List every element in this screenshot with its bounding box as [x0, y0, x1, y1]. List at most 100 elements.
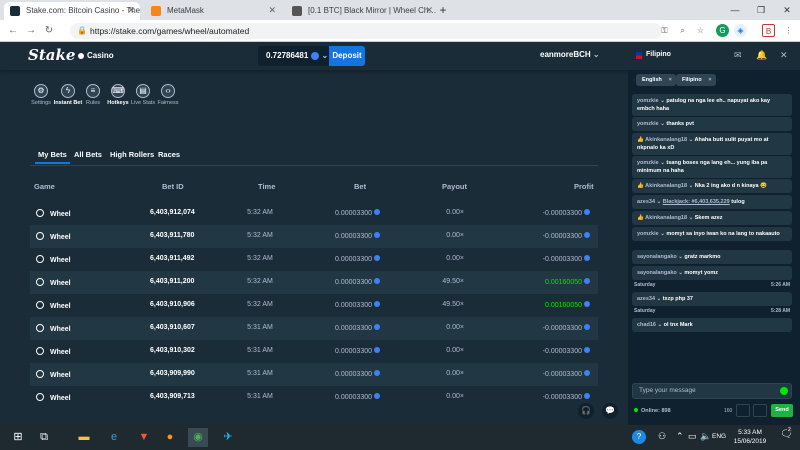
stake-logo[interactable]: Stake: [28, 46, 75, 64]
reload-icon[interactable]: ↻: [42, 24, 56, 38]
brave-browser-icon[interactable]: ▼: [134, 428, 154, 447]
volume-icon[interactable]: 🔈: [700, 431, 711, 442]
chat-language-selector[interactable]: Filipino: [646, 51, 671, 58]
network-icon[interactable]: ▭: [688, 431, 697, 442]
browser-tab-metamask[interactable]: MetaMask ✕: [145, 2, 281, 20]
tab-my-bets[interactable]: My Bets: [35, 150, 70, 164]
crypto-wallet-icon[interactable]: ●: [160, 428, 180, 447]
chat-username[interactable]: 👍 Akinkanalang18: [637, 215, 687, 221]
chevron-up-icon[interactable]: ⌃: [676, 431, 684, 442]
file-explorer-icon[interactable]: ▬: [74, 428, 94, 447]
input-language[interactable]: ENG: [712, 433, 726, 440]
table-row[interactable]: Wheel 6,403,912,074 5:32 AM 0.00003300 0.00×…: [30, 202, 598, 225]
chat-message-input[interactable]: Type your message: [632, 383, 792, 399]
bet-id-cell[interactable]: 6,403,912,074: [150, 209, 195, 216]
chat-bet-link[interactable]: Blackjack: #6,403,635,229: [663, 199, 730, 205]
kebab-menu-icon[interactable]: ⋮: [782, 24, 795, 37]
table-row[interactable]: Wheel 6,403,910,302 5:31 AM 0.00003300 0.00×…: [30, 340, 598, 363]
browser-tab-stake[interactable]: Stake.com: Bitcoin Casino - The … ✕: [4, 2, 140, 20]
settings-tool[interactable]: ⚙ Settings: [26, 84, 56, 106]
game-cell[interactable]: Wheel: [36, 347, 71, 356]
notifications-icon[interactable]: 🗨 2: [780, 427, 793, 440]
task-view-icon[interactable]: ⧉: [34, 428, 54, 447]
close-tab-icon[interactable]: ✕: [268, 2, 276, 19]
game-cell[interactable]: Wheel: [36, 278, 71, 287]
bet-id-cell[interactable]: 6,403,910,906: [150, 301, 195, 308]
bell-icon[interactable]: 🔔: [756, 50, 767, 61]
chat-username[interactable]: 👍 Akinkanalang18: [637, 137, 687, 143]
bet-id-cell[interactable]: 6,403,909,713: [150, 393, 195, 400]
fairness-tool[interactable]: ‹› Fairness: [153, 84, 183, 106]
forward-arrow-icon[interactable]: →: [24, 24, 38, 38]
maximize-button[interactable]: ❐: [748, 2, 774, 18]
close-icon[interactable]: ×: [669, 74, 672, 86]
chat-username[interactable]: sayonalangako: [637, 270, 677, 276]
edge-browser-icon[interactable]: e: [104, 428, 124, 447]
chrome-icon[interactable]: ◉: [188, 428, 208, 447]
chat-username[interactable]: yomzkie: [637, 231, 659, 237]
help-icon[interactable]: ?: [632, 430, 646, 444]
tab-high-rollers[interactable]: High Rollers: [110, 150, 154, 159]
star-icon[interactable]: ☆: [694, 24, 707, 37]
people-icon[interactable]: ⚇: [658, 431, 666, 442]
table-row[interactable]: Wheel 6,403,909,713 5:31 AM 0.00003300 0.00×…: [30, 386, 598, 409]
bet-id-cell[interactable]: 6,403,911,200: [150, 278, 194, 285]
table-row[interactable]: Wheel 6,403,911,492 5:32 AM 0.00003300 0.00×…: [30, 248, 598, 271]
chat-username[interactable]: 👍 Akinkanalang18: [637, 183, 687, 189]
game-cell[interactable]: Wheel: [36, 370, 71, 379]
casino-nav[interactable]: Casino: [78, 51, 114, 60]
table-row[interactable]: Wheel 6,403,911,200 5:32 AM 0.00003300 49.50…: [30, 271, 598, 294]
back-arrow-icon[interactable]: ←: [6, 24, 20, 38]
table-row[interactable]: Wheel 6,403,909,990 5:31 AM 0.00003300 0.00×…: [30, 363, 598, 386]
deposit-button[interactable]: Deposit: [329, 46, 365, 66]
chat-username[interactable]: azes34: [637, 199, 655, 205]
chat-username[interactable]: yomzkie: [637, 160, 659, 166]
game-cell[interactable]: Wheel: [36, 393, 71, 402]
table-row[interactable]: Wheel 6,403,911,780 5:32 AM 0.00003300 0.00×…: [30, 225, 598, 248]
close-window-button[interactable]: ✕: [774, 2, 800, 18]
game-cell[interactable]: Wheel: [36, 255, 71, 264]
chat-username[interactable]: sayonalangako: [637, 254, 677, 260]
game-cell[interactable]: Wheel: [36, 209, 71, 218]
emoji-icon[interactable]: [780, 387, 788, 395]
windows-start-icon[interactable]: ⊞: [8, 428, 28, 447]
user-menu[interactable]: eanmoreBCH ⌄: [540, 50, 600, 59]
chat-rules-button[interactable]: [736, 404, 750, 417]
chat-username[interactable]: yomzkie: [637, 98, 659, 104]
zoom-icon[interactable]: ⌕: [676, 24, 689, 37]
chat-lang-tab-english[interactable]: English ×: [636, 74, 676, 86]
mail-icon[interactable]: ✉: [734, 50, 742, 61]
bet-id-cell[interactable]: 6,403,910,302: [150, 347, 195, 354]
close-tab-icon[interactable]: ✕: [127, 2, 135, 19]
address-bar[interactable]: 🔒 https://stake.com/games/wheel/automate…: [70, 23, 662, 39]
table-row[interactable]: Wheel 6,403,910,607 5:31 AM 0.00003300 0.00×…: [30, 317, 598, 340]
wallet-balance[interactable]: 0.72786481 ⌄: [258, 46, 335, 66]
new-tab-button[interactable]: +: [430, 2, 456, 18]
bet-id-cell[interactable]: 6,403,911,492: [150, 255, 194, 262]
chat-username[interactable]: yomzkie: [637, 121, 659, 127]
game-cell[interactable]: Wheel: [36, 301, 71, 310]
chat-username[interactable]: azes34: [637, 296, 655, 302]
send-button[interactable]: Send: [771, 404, 793, 417]
game-cell[interactable]: Wheel: [36, 232, 71, 241]
profile-avatar[interactable]: B: [762, 24, 775, 37]
tab-all-bets[interactable]: All Bets: [74, 150, 102, 159]
table-row[interactable]: Wheel 6,403,910,906 5:32 AM 0.00003300 49.50…: [30, 294, 598, 317]
extension-g-icon[interactable]: G: [716, 24, 729, 37]
bet-id-cell[interactable]: 6,403,911,780: [150, 232, 194, 239]
headset-support-icon[interactable]: 🎧: [578, 403, 594, 419]
chat-commands-button[interactable]: [753, 404, 767, 417]
bet-id-cell[interactable]: 6,403,910,607: [150, 324, 195, 331]
telegram-icon[interactable]: ✈: [218, 428, 238, 447]
extension-shield-icon[interactable]: ◈: [734, 24, 747, 37]
taskbar-clock[interactable]: 5:33 AM 15/06/2019: [728, 428, 772, 446]
close-icon[interactable]: ×: [708, 74, 711, 86]
key-icon[interactable]: ⚿: [658, 24, 671, 37]
game-cell[interactable]: Wheel: [36, 324, 71, 333]
chat-username[interactable]: chad16: [637, 322, 656, 328]
close-chat-icon[interactable]: ✕: [780, 50, 788, 61]
browser-tab-blackmirror[interactable]: [0.1 BTC] Black Mirror | Wheel Ch… ✕: [286, 2, 438, 20]
tab-races[interactable]: Races: [158, 150, 180, 159]
chat-lang-tab-filipino[interactable]: Filipino ×: [676, 74, 716, 86]
chat-toggle-icon[interactable]: 💬: [602, 403, 618, 419]
